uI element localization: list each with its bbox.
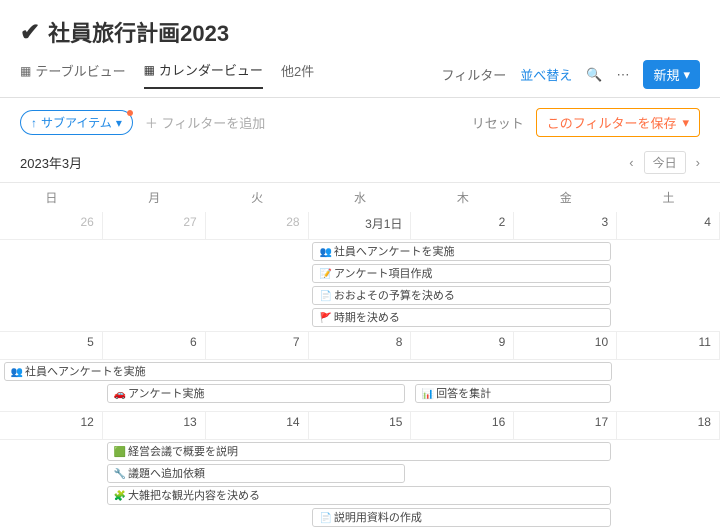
day-num[interactable]: 9 (411, 332, 513, 352)
reset-button[interactable]: リセット (472, 113, 524, 132)
day-num[interactable]: 10 (514, 332, 616, 352)
day-num[interactable]: 27 (103, 212, 205, 232)
calendar-event[interactable]: 👥社員へアンケートを実施 (312, 242, 611, 261)
tab-other-views[interactable]: 他2件 (281, 60, 314, 89)
tab-table-view[interactable]: ▦ テーブルビュー (20, 60, 126, 89)
filter-button[interactable]: フィルター (442, 65, 507, 84)
calendar-event[interactable]: 🧩大雑把な観光内容を決める (107, 486, 611, 505)
day-of-week-header: 日月火水木金土 (0, 183, 720, 212)
check-icon: ✔ (20, 18, 40, 47)
day-num[interactable]: 3 (514, 212, 616, 232)
search-icon[interactable]: 🔍 (586, 67, 602, 83)
chevron-down-icon: ▾ (116, 116, 122, 130)
more-icon[interactable]: ⋯ (616, 67, 629, 83)
day-num[interactable]: 13 (103, 412, 205, 432)
table-icon: ▦ (20, 64, 31, 78)
add-filter-button[interactable]: ＋ フィルターを追加 (145, 113, 265, 132)
calendar-icon: ▦ (144, 63, 155, 77)
arrow-up-icon: ↑ (31, 116, 37, 130)
day-num[interactable]: 17 (514, 412, 616, 432)
new-button[interactable]: 新規 ▾ (643, 60, 700, 89)
day-num[interactable]: 28 (206, 212, 308, 232)
day-num[interactable]: 2 (411, 212, 513, 232)
badge-dot (127, 110, 133, 116)
day-num[interactable]: 3月1日 (309, 212, 411, 235)
day-num[interactable]: 26 (0, 212, 102, 232)
day-num[interactable]: 4 (617, 212, 719, 232)
calendar-event[interactable]: 👥社員へアンケートを実施 (4, 362, 612, 381)
day-num[interactable]: 7 (206, 332, 308, 352)
day-num[interactable]: 11 (617, 332, 719, 352)
day-num[interactable]: 15 (309, 412, 411, 432)
day-num[interactable]: 8 (309, 332, 411, 352)
page-title: ✔ 社員旅行計画2023 (20, 16, 700, 48)
calendar-event[interactable]: 🚩時期を決める (312, 308, 611, 327)
month-label: 2023年3月 (20, 153, 82, 172)
prev-month-button[interactable]: ‹ (629, 155, 633, 170)
chevron-down-icon: ▾ (682, 115, 689, 131)
calendar-event[interactable]: 🔧議題へ追加依頼 (107, 464, 406, 483)
next-month-button[interactable]: › (696, 155, 700, 170)
day-num[interactable]: 16 (411, 412, 513, 432)
calendar-event[interactable]: 📄説明用資料の作成 (312, 508, 611, 527)
tab-calendar-view[interactable]: ▦ カレンダービュー (144, 60, 263, 89)
day-num[interactable]: 18 (617, 412, 719, 432)
chevron-down-icon: ▾ (683, 67, 690, 83)
day-num[interactable]: 12 (0, 412, 102, 432)
title-text: 社員旅行計画2023 (48, 16, 229, 48)
save-filter-button[interactable]: このフィルターを保存 ▾ (536, 108, 700, 137)
today-button[interactable]: 今日 (644, 151, 686, 174)
calendar-event[interactable]: 🚗アンケート実施 (107, 384, 406, 403)
subitems-button[interactable]: ↑ サブアイテム ▾ (20, 110, 133, 135)
calendar-event[interactable]: 📊回答を集計 (415, 384, 612, 403)
day-num[interactable]: 14 (206, 412, 308, 432)
calendar-event[interactable]: 🟩経営会議で概要を説明 (107, 442, 611, 461)
day-num[interactable]: 5 (0, 332, 102, 352)
calendar-event[interactable]: 📝アンケート項目作成 (312, 264, 611, 283)
calendar-event[interactable]: 📄おおよその予算を決める (312, 286, 611, 305)
sort-button[interactable]: 並べ替え (520, 65, 572, 84)
day-num[interactable]: 6 (103, 332, 205, 352)
